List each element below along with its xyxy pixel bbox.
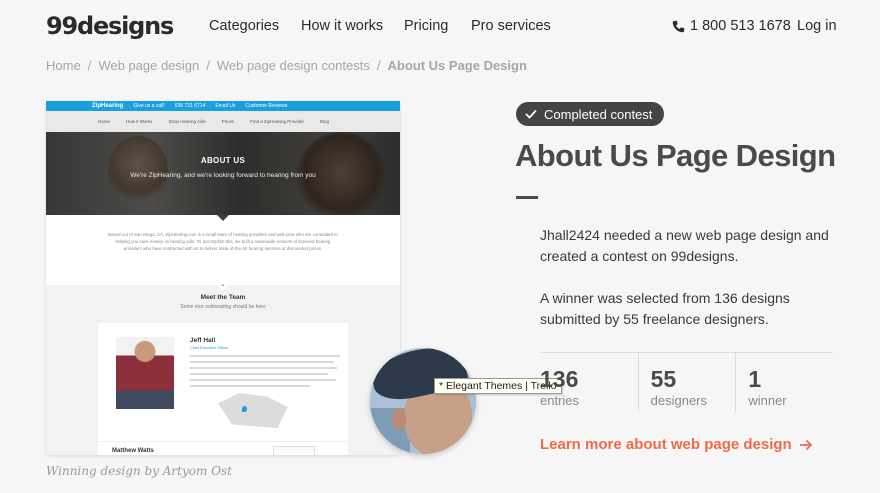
nav-pricing[interactable]: Pricing [404,18,448,34]
stat-label: entries [540,393,580,408]
preview-member-name: Jeff Hall [190,337,216,344]
page-title: About Us Page Design [515,138,836,173]
chevron-down-icon: ⌄ [218,280,228,290]
login-link[interactable]: Log in [797,18,837,34]
preview-hero-subtitle: We're ZipHearing, and we're looking forw… [130,172,316,179]
preview-member-photo [116,337,174,409]
stat-entries: 136 entries [540,353,638,412]
stat-label: winner [748,393,787,408]
stat-value: 1 [748,366,762,392]
logo[interactable]: 99designs [46,12,174,40]
arrow-right-icon [799,439,812,450]
designer-avatar[interactable] [370,348,476,454]
preview-member2-photo [273,446,315,455]
design-caption: Winning design by Artyom Ost [46,464,232,478]
breadcrumb: Home / Web page design / Web page design con… [46,58,527,73]
preview-hero: ABOUT US We're ZipHearing, and we're loo… [46,132,400,215]
stat-winner: 1 winner [735,353,833,412]
contest-stats: 136 entries 55 designers 1 winner [540,352,833,412]
preview-map [218,393,288,428]
status-badge-label: Completed contest [544,106,653,122]
preview-member-role: Chief Executive Officer [190,346,229,350]
preview-brand: ZipHearing [92,103,124,109]
breadcrumb-contests[interactable]: Web page design contests [217,58,370,73]
phone-number[interactable]: 1 800 513 1678 [672,18,791,34]
preview-second-card: Matthew Watts [98,441,348,455]
breadcrumb-web-page-design[interactable]: Web page design [98,58,199,73]
breadcrumb-separator: / [206,58,210,73]
preview-team-card: Jeff Hall Chief Executive Officer [98,323,348,441]
preview-member-bio [190,355,340,391]
preview-nav-item: Shop Hearing Aids [168,119,206,124]
status-badge: Completed contest [516,102,665,126]
breadcrumb-separator: / [87,58,92,73]
preview-nav: Home How it Works Shop Hearing Aids Pric… [46,111,400,132]
breadcrumb-current: About Us Page Design [387,58,527,73]
preview-nav-item: How it Works [126,119,153,124]
stat-value: 136 [540,366,579,392]
preview-topbar: ZipHearing Give us a call! 636 721 6714 … [46,101,400,111]
stat-label: designers [650,393,708,408]
preview-member2-name: Matthew Watts [112,448,154,454]
preview-hero-notch [217,215,229,221]
preview-nav-item: Blog [320,119,330,124]
preview-team-subtitle: Some nice subheading should be here [180,304,266,310]
breadcrumb-home[interactable]: Home [46,58,81,73]
contest-description: Jhall2424 needed a new web page design a… [540,227,829,264]
title-divider [516,196,538,199]
stat-designers: 55 designers [637,353,736,412]
learn-more-label: Learn more about web page design [540,436,792,453]
preview-intro: Based out of San Diego, CA, ZipHearing.c… [108,232,338,251]
phone-icon [672,20,685,32]
preview-team-section: ⌄ Meet the Team Some nice subheading sho… [46,280,400,455]
stat-value: 55 [650,366,677,392]
contest-result: A winner was selected from 136 designs s… [540,290,790,327]
preview-nav-item: Home [98,119,111,124]
preview-nav-item: Prices [221,119,235,124]
winning-design-preview[interactable]: ZipHearing Give us a call! 636 721 6714 … [46,101,400,455]
nav-pro-services[interactable]: Pro services [471,18,551,34]
checkmark-icon [525,109,537,119]
breadcrumb-separator: / [376,58,381,73]
preview-topbar-item: Give us a call! [133,103,165,109]
preview-topbar-item: Customer Reviews [245,103,288,109]
learn-more-link[interactable]: Learn more about web page design [540,436,813,453]
map-pin-icon [242,406,247,412]
nav-categories[interactable]: Categories [209,18,279,34]
preview-topbar-item: Email Us [215,103,236,109]
avatar-ear [392,408,406,430]
preview-team-title: Meet the Team [200,294,246,301]
preview-hero-title: ABOUT US [200,156,246,165]
nav-how-it-works[interactable]: How it works [301,18,383,34]
phone-text: 1 800 513 1678 [690,18,791,34]
preview-nav-item: Find a ZipHearing Provider [250,119,305,124]
preview-topbar-item: 636 721 6714 [174,103,206,109]
